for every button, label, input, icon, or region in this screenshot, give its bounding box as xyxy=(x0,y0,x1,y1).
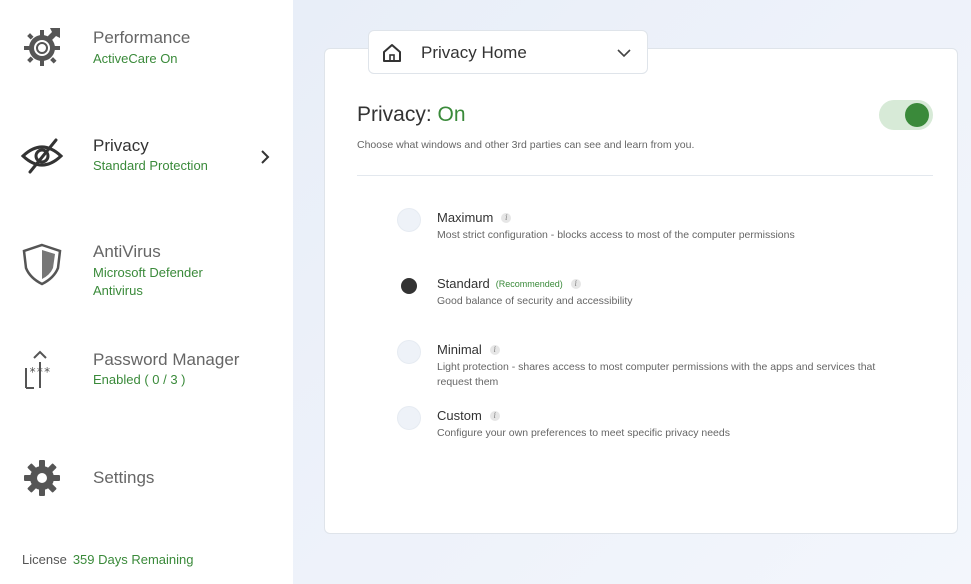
privacy-home-dropdown[interactable]: Privacy Home xyxy=(368,30,648,74)
sidebar-item-privacy[interactable]: Privacy Standard Protection xyxy=(0,128,293,188)
radio-maximum[interactable] xyxy=(397,208,421,232)
option-standard[interactable]: Standard (Recommended) i Good balance of… xyxy=(397,274,917,314)
info-icon[interactable]: i xyxy=(489,344,500,355)
main-content: Privacy: On Choose what windows and othe… xyxy=(293,0,971,584)
svg-text:***: *** xyxy=(29,365,51,379)
option-title: Minimal i xyxy=(437,342,500,357)
option-title-text: Custom xyxy=(437,408,482,423)
privacy-heading-label: Privacy: xyxy=(357,103,432,126)
sidebar-item-subtitle: Standard Protection xyxy=(93,158,208,173)
option-title-text: Minimal xyxy=(437,342,482,357)
privacy-toggle[interactable] xyxy=(879,100,933,130)
performance-gear-icon xyxy=(20,24,64,68)
sidebar: Performance ActiveCare On Privacy Standa… xyxy=(0,0,293,584)
sidebar-item-subtitle: Microsoft Defender xyxy=(93,265,203,280)
option-description: Configure your own preferences to meet s… xyxy=(437,427,730,439)
option-title: Custom i xyxy=(437,408,500,423)
chevron-right-icon xyxy=(258,149,272,165)
option-custom[interactable]: Custom i Configure your own preferences … xyxy=(397,406,917,446)
sidebar-item-password-manager[interactable]: *** Password Manager Enabled ( 0 / 3 ) xyxy=(0,344,293,404)
license-label: License xyxy=(22,552,67,567)
privacy-state: On xyxy=(437,103,466,126)
radio-custom[interactable] xyxy=(397,406,421,430)
sidebar-item-subtitle: Antivirus xyxy=(93,283,143,298)
password-upload-icon: *** xyxy=(20,348,64,392)
chevron-down-icon xyxy=(617,46,631,58)
sidebar-item-title: AntiVirus xyxy=(93,242,161,261)
info-icon[interactable]: i xyxy=(501,212,512,223)
option-description: Light protection - shares access to most… xyxy=(437,361,876,388)
sidebar-item-title: Password Manager xyxy=(93,350,240,369)
option-title: Standard (Recommended) i xyxy=(437,276,581,291)
dropdown-label: Privacy Home xyxy=(421,43,527,62)
page-title: Privacy: On xyxy=(357,103,466,127)
option-description: Most strict configuration - blocks acces… xyxy=(437,229,795,241)
option-title: Maximum i xyxy=(437,210,512,225)
radio-standard[interactable] xyxy=(397,274,421,298)
option-title-text: Standard xyxy=(437,276,490,291)
sidebar-item-title: Settings xyxy=(93,468,155,487)
license-value: 359 Days Remaining xyxy=(72,552,194,567)
gear-icon xyxy=(20,456,64,500)
sidebar-item-subtitle: ActiveCare On xyxy=(93,51,178,66)
option-description: Good balance of security and accessibili… xyxy=(437,295,633,307)
sidebar-item-title: Performance xyxy=(93,28,191,47)
sidebar-item-subtitle: Enabled ( 0 / 3 ) xyxy=(93,372,186,387)
sidebar-item-title: Privacy xyxy=(93,136,149,155)
option-minimal[interactable]: Minimal i Light protection - shares acce… xyxy=(397,340,917,392)
shield-icon xyxy=(20,242,64,286)
sidebar-item-settings[interactable]: Settings xyxy=(0,456,293,500)
sidebar-item-performance[interactable]: Performance ActiveCare On xyxy=(0,20,293,80)
sidebar-item-antivirus[interactable]: AntiVirus Microsoft Defender Antivirus xyxy=(0,236,293,306)
recommended-badge: (Recommended) xyxy=(495,278,563,289)
eye-slash-icon xyxy=(20,134,64,178)
radio-minimal[interactable] xyxy=(397,340,421,364)
option-title-text: Maximum xyxy=(437,210,494,225)
privacy-description: Choose what windows and other 3rd partie… xyxy=(357,139,695,151)
toggle-knob xyxy=(905,103,929,127)
divider xyxy=(357,175,933,176)
info-icon[interactable]: i xyxy=(570,278,581,289)
privacy-card: Privacy: On Choose what windows and othe… xyxy=(324,48,958,534)
info-icon[interactable]: i xyxy=(489,410,500,421)
home-icon xyxy=(382,43,402,63)
option-maximum[interactable]: Maximum i Most strict configuration - bl… xyxy=(397,208,917,248)
license-info: License 359 Days Remaining xyxy=(22,552,194,567)
